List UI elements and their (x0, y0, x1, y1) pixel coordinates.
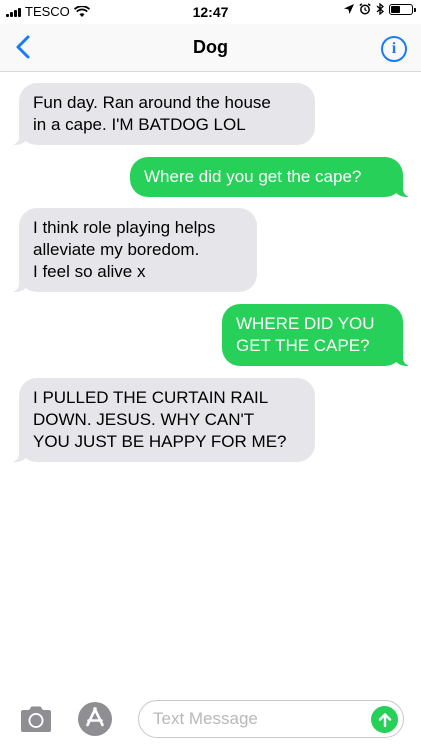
camera-icon (21, 706, 51, 732)
arrow-up-icon (378, 712, 391, 727)
message-bubble-outgoing[interactable]: WHERE DID YOU GET THE CAPE? (222, 304, 413, 366)
app-store-icon (78, 702, 112, 736)
status-bar: TESCO 12:47 (0, 0, 421, 24)
info-icon: i (391, 40, 397, 57)
message-bubble-incoming[interactable]: I think role playing helps alleviate my … (9, 208, 257, 292)
info-button[interactable]: i (381, 36, 407, 62)
message-text: I PULLED THE CURTAIN RAIL DOWN. JESUS. W… (33, 388, 287, 451)
message-field (138, 700, 404, 738)
message-text: I think role playing helps alleviate my … (33, 218, 216, 281)
message-text: Fun day. Ran around the house in a cape.… (33, 93, 271, 134)
message-text: WHERE DID YOU GET THE CAPE? (236, 314, 375, 355)
message-input-bar (0, 692, 421, 750)
app-store-button[interactable] (76, 700, 114, 738)
message-input[interactable] (153, 701, 363, 737)
nav-bar: Dog i (0, 24, 421, 72)
location-icon (344, 4, 354, 14)
message-bubble-outgoing[interactable]: Where did you get the cape? (130, 157, 413, 197)
conversation-title: Dog (193, 37, 228, 57)
bluetooth-icon (376, 3, 384, 15)
message-bubble-incoming[interactable]: Fun day. Ran around the house in a cape.… (9, 83, 315, 145)
camera-button[interactable] (18, 704, 54, 734)
battery-icon (389, 3, 416, 15)
send-button[interactable] (371, 706, 398, 733)
battery-level (391, 5, 400, 13)
alarm-icon (359, 3, 371, 15)
status-bar-right (344, 3, 416, 15)
message-thread: Fun day. Ran around the house in a cape.… (0, 72, 421, 692)
message-bubble-incoming[interactable]: I PULLED THE CURTAIN RAIL DOWN. JESUS. W… (9, 378, 315, 462)
message-text: Where did you get the cape? (144, 167, 362, 186)
